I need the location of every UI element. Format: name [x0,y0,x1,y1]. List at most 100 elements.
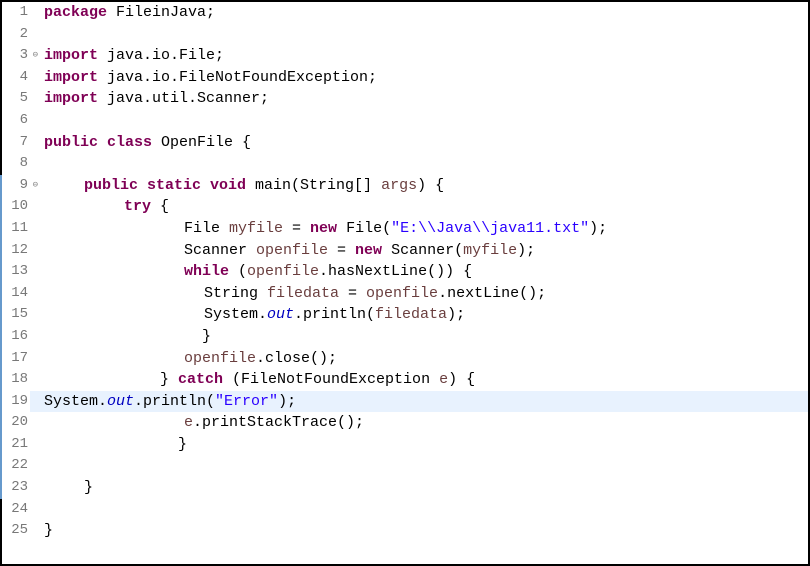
code-line[interactable]: System.out.println("Error"); [30,391,808,413]
token-normal: } [124,371,178,388]
token-kw: new [310,220,337,237]
code-line[interactable]: } catch (FileNotFoundException e) { [44,369,808,391]
line-number: 12 [2,240,28,262]
code-line[interactable]: } [44,434,808,456]
code-line[interactable]: openfile.close(); [44,348,808,370]
line-number: 20 [2,412,28,434]
token-normal: ) { [448,371,475,388]
code-line[interactable]: } [44,477,808,499]
token-normal: } [44,522,53,539]
line-number: 23 [2,477,28,499]
token-normal: ) { [417,177,444,194]
token-static-field: out [107,393,134,410]
line-number: 7 [2,132,28,154]
fold-collapse-icon[interactable]: ⊖ [33,175,38,197]
code-line[interactable] [44,499,808,521]
token-normal: .nextLine(); [438,285,546,302]
line-number: 13 [2,261,28,283]
token-normal: main(String[] [246,177,381,194]
code-line[interactable]: Scanner openfile = new Scanner(myfile); [44,240,808,262]
line-number: 25 [2,520,28,542]
token-normal: java.util.Scanner; [98,90,269,107]
line-number: 22 [2,455,28,477]
line-number: 15 [2,304,28,326]
line-number: 16 [2,326,28,348]
line-number: 9⊖ [2,175,28,197]
token-static-field: out [267,306,294,323]
line-number: 3⊖ [2,45,28,67]
code-line[interactable]: e.printStackTrace(); [44,412,808,434]
token-normal: File( [337,220,391,237]
token-normal: .println( [134,393,215,410]
code-line[interactable]: import java.io.File; [44,45,808,67]
line-number: 19 [2,391,28,413]
line-number-gutter: 123⊖456789⊖10111213141516171819202122232… [2,2,30,564]
code-line[interactable]: } [44,520,808,542]
token-kw: import [44,90,98,107]
code-line[interactable]: while (openfile.hasNextLine()) { [44,261,808,283]
code-line[interactable] [44,455,808,477]
code-line[interactable] [44,24,808,46]
token-str: "E:\\Java\\java11.txt" [391,220,589,237]
token-normal: } [124,436,187,453]
token-normal: = [339,285,366,302]
token-normal: ); [447,306,465,323]
token-normal: java.io.File; [98,47,224,64]
token-local-var: openfile [366,285,438,302]
code-line[interactable]: import java.util.Scanner; [44,88,808,110]
token-normal: ( [229,263,247,280]
code-line[interactable]: File myfile = new File("E:\\Java\\java11… [44,218,808,240]
code-line[interactable]: public static void main(String[] args) { [44,175,808,197]
token-normal: File [184,220,229,237]
line-number: 5 [2,88,28,110]
token-local-var: e [439,371,448,388]
token-normal: Scanner( [382,242,463,259]
code-line[interactable] [44,153,808,175]
token-normal: ); [589,220,607,237]
code-line[interactable]: System.out.println(filedata); [44,304,808,326]
line-number: 18 [2,369,28,391]
token-local-var: openfile [256,242,328,259]
code-line[interactable]: String filedata = openfile.nextLine(); [44,283,808,305]
code-line[interactable]: import java.io.FileNotFoundException; [44,67,808,89]
token-normal: OpenFile { [152,134,251,151]
code-line[interactable]: try { [44,196,808,218]
token-local-var: myfile [229,220,283,237]
token-normal: { [151,198,169,215]
code-content-area[interactable]: package FileinJava;import java.io.File;i… [30,2,808,564]
token-normal: .hasNextLine()) { [319,263,472,280]
token-normal: String [204,285,267,302]
token-kw: import [44,47,98,64]
token-normal: .printStackTrace(); [193,414,364,431]
line-number: 4 [2,67,28,89]
token-normal: .println( [294,306,375,323]
token-kw: try [124,198,151,215]
line-number: 14 [2,283,28,305]
token-normal: ); [278,393,296,410]
code-editor[interactable]: 123⊖456789⊖10111213141516171819202122232… [2,2,808,564]
token-normal: Scanner [184,242,256,259]
line-number: 21 [2,434,28,456]
fold-collapse-icon[interactable]: ⊖ [33,45,38,67]
token-local-var: myfile [463,242,517,259]
token-normal: FileinJava; [107,4,215,21]
token-normal: = [283,220,310,237]
token-kw: new [355,242,382,259]
line-number: 2 [2,24,28,46]
token-kw: catch [178,371,223,388]
token-kw: import [44,69,98,86]
line-number: 10 [2,196,28,218]
code-line[interactable] [44,110,808,132]
line-number: 1 [2,2,28,24]
token-normal: (FileNotFoundException [223,371,439,388]
token-kw: package [44,4,107,21]
token-kw: public static void [84,177,246,194]
token-local-var: args [381,177,417,194]
code-line[interactable]: package FileinJava; [44,2,808,24]
code-line[interactable]: } [44,326,808,348]
code-line[interactable]: public class OpenFile { [44,132,808,154]
token-local-var: openfile [247,263,319,280]
token-local-var: e [184,414,193,431]
line-number: 8 [2,153,28,175]
token-normal: .close(); [256,350,337,367]
